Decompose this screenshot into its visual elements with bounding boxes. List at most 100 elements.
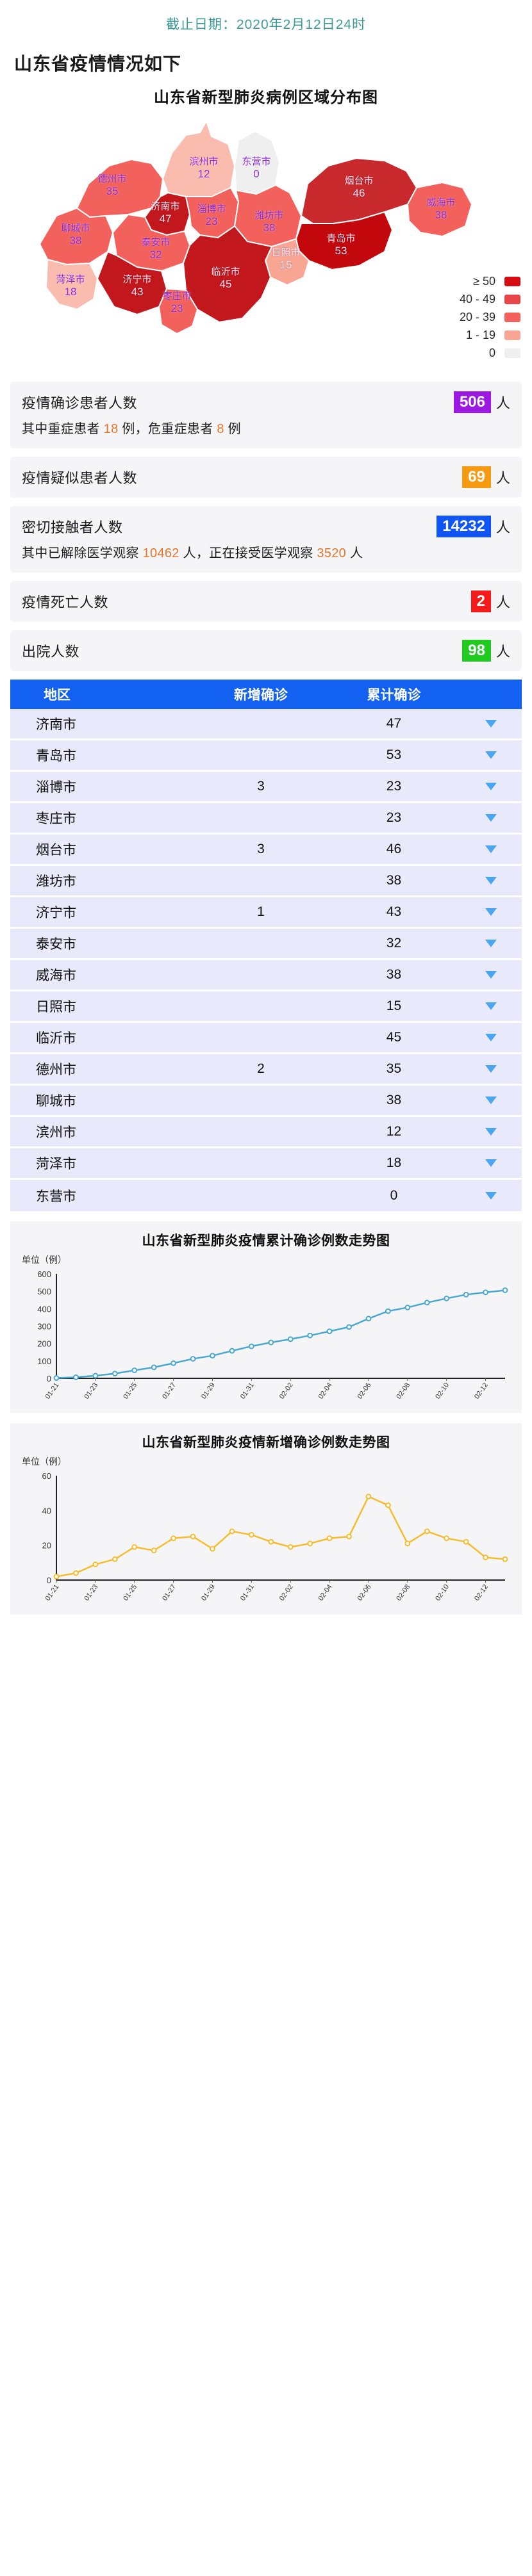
data-point-marker[interactable]: [131, 1367, 138, 1373]
data-point-marker[interactable]: [385, 1308, 391, 1314]
chevron-down-icon[interactable]: [485, 1065, 497, 1073]
expand-row-button[interactable]: [460, 1030, 522, 1045]
data-point-marker[interactable]: [502, 1287, 508, 1293]
expand-row-button[interactable]: [460, 810, 522, 826]
chevron-down-icon[interactable]: [485, 908, 497, 916]
expand-row-button[interactable]: [460, 967, 522, 982]
data-point-marker[interactable]: [287, 1544, 294, 1550]
map-label-binzhou: 滨州市 12: [189, 156, 219, 180]
table-row[interactable]: 青岛市 53: [10, 740, 522, 772]
data-point-marker[interactable]: [444, 1295, 450, 1301]
expand-row-button[interactable]: [460, 842, 522, 857]
data-point-marker[interactable]: [170, 1360, 177, 1366]
data-point-marker[interactable]: [444, 1535, 450, 1542]
expand-row-button[interactable]: [460, 779, 522, 794]
data-point-marker[interactable]: [190, 1533, 196, 1540]
table-row[interactable]: 日照市 15: [10, 991, 522, 1023]
chevron-down-icon[interactable]: [485, 940, 497, 947]
table-row[interactable]: 滨州市 12: [10, 1117, 522, 1148]
data-point-marker[interactable]: [131, 1544, 138, 1550]
chevron-down-icon[interactable]: [485, 783, 497, 790]
data-point-marker[interactable]: [73, 1570, 79, 1576]
data-point-marker[interactable]: [190, 1356, 196, 1362]
data-point-marker[interactable]: [73, 1374, 79, 1380]
data-point-marker[interactable]: [92, 1373, 99, 1379]
data-point-marker[interactable]: [53, 1375, 60, 1381]
expand-row-button[interactable]: [460, 1061, 522, 1077]
chevron-down-icon[interactable]: [485, 877, 497, 884]
data-point-marker[interactable]: [53, 1574, 60, 1579]
data-point-marker[interactable]: [365, 1494, 372, 1499]
expand-row-button[interactable]: [460, 1188, 522, 1203]
expand-row-button[interactable]: [460, 873, 522, 888]
data-point-marker[interactable]: [248, 1343, 254, 1349]
expand-row-button[interactable]: [460, 904, 522, 920]
data-point-marker[interactable]: [483, 1289, 488, 1296]
expand-row-button[interactable]: [460, 1093, 522, 1108]
table-row[interactable]: 泰安市 32: [10, 929, 522, 960]
data-point-marker[interactable]: [307, 1332, 313, 1339]
data-point-marker[interactable]: [229, 1528, 235, 1535]
table-row[interactable]: 济南市 47: [10, 709, 522, 740]
data-point-marker[interactable]: [229, 1348, 235, 1354]
table-row[interactable]: 枣庄市 23: [10, 803, 522, 835]
data-point-marker[interactable]: [404, 1540, 411, 1547]
chevron-down-icon[interactable]: [485, 1096, 497, 1104]
table-row[interactable]: 济宁市 1 43: [10, 897, 522, 929]
chart-plot-area[interactable]: 0 20 40 60 01-21 01-23 01-25 01-27 01-29 01-31 02-…: [17, 1469, 515, 1607]
chevron-down-icon[interactable]: [485, 1128, 497, 1136]
chevron-down-icon[interactable]: [485, 720, 497, 728]
table-row[interactable]: 威海市 38: [10, 960, 522, 991]
data-point-marker[interactable]: [424, 1300, 430, 1306]
chevron-down-icon[interactable]: [485, 1159, 497, 1167]
expand-row-button[interactable]: [460, 716, 522, 731]
data-point-marker[interactable]: [307, 1540, 313, 1547]
map-canvas[interactable]: 德州市 35 滨州市 12 东营市 0 济南市 47 淄博市 23 潍坊市 38 烟台市 46…: [0, 107, 532, 370]
chevron-down-icon[interactable]: [485, 1191, 497, 1200]
chevron-down-icon[interactable]: [485, 1034, 497, 1041]
data-point-marker[interactable]: [268, 1339, 274, 1346]
data-point-marker[interactable]: [268, 1538, 274, 1545]
data-point-marker[interactable]: [287, 1336, 294, 1342]
data-point-marker[interactable]: [92, 1561, 99, 1567]
expand-row-button[interactable]: [460, 1124, 522, 1139]
data-point-marker[interactable]: [112, 1371, 118, 1377]
expand-row-button[interactable]: [460, 1155, 522, 1171]
chevron-down-icon[interactable]: [485, 751, 497, 759]
table-row[interactable]: 临沂市 45: [10, 1023, 522, 1054]
data-point-marker[interactable]: [210, 1353, 215, 1359]
data-point-marker[interactable]: [151, 1547, 157, 1554]
data-point-marker[interactable]: [112, 1556, 118, 1562]
chevron-down-icon[interactable]: [485, 814, 497, 822]
data-point-marker[interactable]: [346, 1533, 352, 1540]
data-point-marker[interactable]: [385, 1502, 391, 1508]
table-row[interactable]: 菏泽市 18: [10, 1148, 522, 1180]
chevron-down-icon[interactable]: [485, 1002, 497, 1010]
data-point-marker[interactable]: [424, 1528, 430, 1535]
data-point-marker[interactable]: [248, 1531, 254, 1538]
expand-row-button[interactable]: [460, 747, 522, 763]
chevron-down-icon[interactable]: [485, 971, 497, 979]
data-point-marker[interactable]: [170, 1535, 177, 1542]
expand-row-button[interactable]: [460, 999, 522, 1014]
chevron-down-icon[interactable]: [485, 845, 497, 853]
data-point-marker[interactable]: [483, 1554, 488, 1561]
expand-row-button[interactable]: [460, 936, 522, 951]
data-point-marker[interactable]: [463, 1291, 469, 1298]
table-row[interactable]: 烟台市 3 46: [10, 835, 522, 866]
table-row[interactable]: 聊城市 38: [10, 1086, 522, 1117]
data-point-marker[interactable]: [463, 1538, 469, 1545]
data-point-marker[interactable]: [502, 1556, 508, 1562]
data-point-marker[interactable]: [326, 1328, 333, 1335]
data-point-marker[interactable]: [404, 1305, 411, 1310]
data-point-marker[interactable]: [326, 1535, 333, 1542]
table-row[interactable]: 东营市 0: [10, 1180, 522, 1211]
table-row[interactable]: 潍坊市 38: [10, 866, 522, 897]
data-point-marker[interactable]: [151, 1364, 157, 1371]
data-point-marker[interactable]: [365, 1316, 372, 1322]
data-point-marker[interactable]: [210, 1545, 215, 1552]
data-point-marker[interactable]: [346, 1324, 352, 1330]
table-row[interactable]: 德州市 2 35: [10, 1054, 522, 1086]
chart-plot-area[interactable]: 0 100 200 300 400 500 600 01-21 01-23 01-25 01-27 0…: [17, 1268, 515, 1405]
table-row[interactable]: 淄博市 3 23: [10, 772, 522, 803]
